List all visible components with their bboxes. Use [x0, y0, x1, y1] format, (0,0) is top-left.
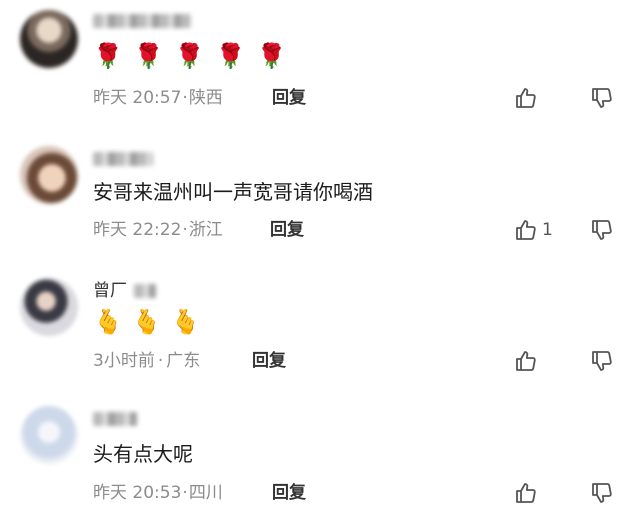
rose-emoji: 🌹: [174, 42, 205, 70]
thumbs-down-icon: [590, 86, 616, 110]
like-button[interactable]: [514, 85, 542, 111]
comment-meta: 昨天 22:22·浙江: [93, 218, 223, 242]
thumbs-down-icon: [590, 481, 616, 505]
username[interactable]: 曾厂: [93, 280, 157, 302]
username-text: 曾厂: [93, 281, 127, 301]
rose-emoji: 🌹: [256, 42, 287, 70]
avatar[interactable]: [20, 146, 78, 204]
dislike-button[interactable]: [590, 218, 616, 244]
finger-heart-emoji: 🫰: [93, 308, 123, 336]
like-count: 1: [542, 220, 553, 240]
separator-dot: ·: [182, 220, 188, 240]
avatar[interactable]: [20, 278, 78, 336]
avatar[interactable]: [20, 10, 78, 68]
comment-meta: 昨天 20:53·四川: [93, 481, 223, 505]
separator-dot: ·: [182, 88, 188, 108]
comment-time: 昨天 20:57: [93, 88, 182, 108]
reply-button[interactable]: 回复: [252, 349, 286, 373]
comment-location: 陕西: [188, 88, 223, 108]
comment-location: 四川: [188, 483, 223, 503]
rose-emoji: 🌹: [215, 42, 246, 70]
finger-heart-emoji: 🫰: [131, 308, 162, 336]
finger-heart-emoji: 🫰: [170, 308, 201, 336]
username-blurred[interactable]: [93, 148, 153, 170]
comment-time: 3小时前: [93, 351, 155, 371]
thumbs-up-icon: [514, 349, 538, 373]
rose-emoji: 🌹: [93, 42, 123, 70]
avatar[interactable]: [20, 406, 78, 464]
comment-text: 头有点大呢: [93, 442, 193, 466]
thumbs-up-icon: [514, 481, 538, 505]
dislike-button[interactable]: [590, 481, 616, 507]
comment-emoji-row: 🫰 🫰 🫰: [93, 308, 201, 336]
comment-emoji-row: 🌹 🌹 🌹 🌹 🌹: [93, 42, 286, 70]
comment-time: 昨天 22:22: [93, 220, 182, 240]
thumbs-up-icon: [514, 218, 538, 242]
thumbs-up-icon: [514, 86, 538, 110]
dislike-button[interactable]: [590, 86, 616, 112]
reply-button[interactable]: 回复: [272, 481, 306, 505]
reply-button[interactable]: 回复: [272, 86, 306, 110]
like-button[interactable]: 1: [514, 217, 553, 243]
thumbs-down-icon: [590, 218, 616, 242]
thumbs-down-icon: [590, 349, 616, 373]
comment-meta: 昨天 20:57·陕西: [93, 86, 223, 110]
comment-location: 浙江: [188, 220, 223, 240]
username-blurred[interactable]: [93, 408, 137, 430]
like-button[interactable]: [514, 348, 542, 374]
comment-text: 安哥来温州叫一声宽哥请你喝酒: [93, 180, 373, 204]
comment-meta: 3小时前 · 广东: [93, 349, 200, 373]
separator-dot: ·: [157, 351, 164, 371]
reply-button[interactable]: 回复: [270, 218, 304, 242]
separator-dot: ·: [182, 483, 188, 503]
like-button[interactable]: [514, 480, 542, 506]
username-blurred[interactable]: [93, 10, 191, 32]
dislike-button[interactable]: [590, 349, 616, 375]
comment-location: 广东: [166, 351, 201, 371]
rose-emoji: 🌹: [133, 42, 164, 70]
comment-time: 昨天 20:53: [93, 483, 182, 503]
